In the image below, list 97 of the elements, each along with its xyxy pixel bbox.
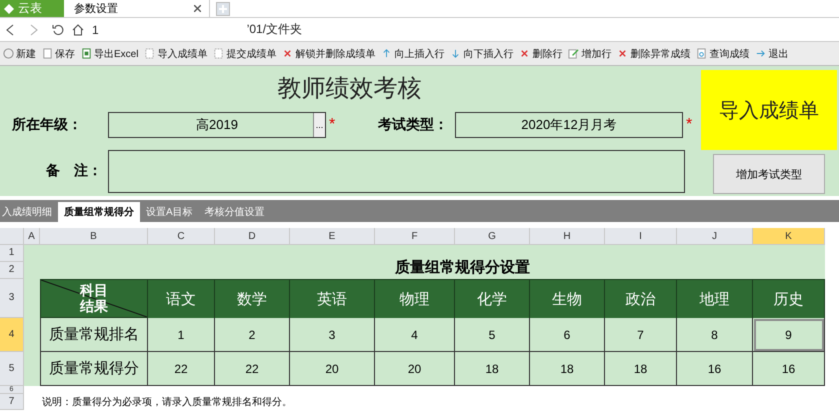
picker-button[interactable]: ... (313, 113, 325, 137)
document-icon (213, 48, 224, 59)
row-number[interactable]: 7 (0, 394, 24, 410)
column-header[interactable]: B (40, 228, 148, 245)
table-header: 政治 (605, 279, 677, 318)
close-icon[interactable] (194, 5, 201, 12)
table-header: 化学 (455, 279, 530, 318)
logo-icon (4, 4, 14, 14)
search-icon (696, 48, 708, 59)
column-header[interactable]: I (605, 228, 677, 245)
table-cell[interactable]: 5 (455, 318, 530, 352)
row-number[interactable]: 3 (0, 279, 24, 318)
table-cell[interactable]: 20 (290, 352, 375, 386)
column-header[interactable]: D (215, 228, 290, 245)
table-cell[interactable]: 9 (753, 318, 825, 352)
note-field[interactable] (108, 150, 685, 192)
toolbar-button[interactable]: 删除异常成绩 (614, 46, 694, 60)
row-number[interactable]: 2 (0, 262, 24, 279)
spreadsheet-icon (81, 48, 92, 59)
sheet-title: 质量组常规得分设置 (394, 258, 531, 278)
column-header[interactable]: E (290, 228, 375, 245)
toolbar-button[interactable]: 退出 (752, 46, 792, 60)
toolbar-button[interactable]: 保存 (39, 46, 78, 60)
table-header: 物理 (375, 279, 455, 318)
row-number[interactable]: 5 (0, 352, 24, 386)
table-cell: 质量常规得分 (40, 352, 148, 386)
add-exam-type-button[interactable]: 增加考试类型 (713, 154, 825, 194)
toolbar-button[interactable]: 删除行 (516, 46, 566, 60)
table-cell[interactable]: 2 (215, 318, 290, 352)
table-cell[interactable]: 3 (290, 318, 375, 352)
circle-icon (3, 48, 14, 59)
column-header[interactable]: A (24, 228, 40, 245)
table-header: 语文 (148, 279, 215, 318)
toolbar-button[interactable]: 导出Excel (78, 46, 142, 60)
column-header[interactable]: H (530, 228, 605, 245)
column-header[interactable]: C (148, 228, 215, 245)
back-icon[interactable] (6, 24, 14, 36)
column-header[interactable]: K (753, 228, 825, 245)
table-cell[interactable]: 8 (677, 318, 753, 352)
sheet-tab[interactable]: 设置A目标 (140, 202, 199, 222)
column-header[interactable]: F (375, 228, 455, 245)
row-number[interactable]: 1 (0, 245, 24, 262)
sheet-tab[interactable]: 入成绩明细 (0, 202, 58, 222)
table-cell[interactable]: 18 (605, 352, 677, 386)
table-cell[interactable]: 18 (455, 352, 530, 386)
import-button[interactable]: 导入成绩单 (701, 70, 837, 150)
document-icon (144, 48, 156, 59)
column-header[interactable]: J (677, 228, 753, 245)
required-mark: * (328, 116, 336, 134)
cross-icon (519, 48, 530, 59)
home-icon[interactable] (72, 24, 84, 36)
field-label: 备 注： (45, 162, 103, 180)
refresh-icon[interactable] (52, 24, 64, 36)
required-mark: * (685, 116, 694, 134)
form-title: 教师绩效考核 (276, 74, 422, 104)
table-cell[interactable]: 16 (753, 352, 825, 386)
field-label: 所在年级： (10, 116, 83, 134)
table-cell: 质量常规排名 (40, 318, 148, 352)
table-cell[interactable]: 18 (530, 352, 605, 386)
table-header: 地理 (677, 279, 753, 318)
table-cell[interactable]: 16 (677, 352, 753, 386)
address-text: ’01/文件夹 (246, 21, 302, 38)
cross-icon (617, 48, 628, 59)
toolbar-button[interactable]: 导入成绩单 (141, 46, 210, 60)
table-cell[interactable]: 1 (148, 318, 215, 352)
table-cell[interactable]: 22 (215, 352, 290, 386)
toolbar-button[interactable]: 增加行 (565, 46, 614, 60)
table-cell[interactable]: 7 (605, 318, 677, 352)
field-label: 考试类型： (378, 116, 449, 134)
address-text: 1 (92, 22, 99, 36)
toolbar-button[interactable]: 新建 (0, 46, 39, 60)
diagonal-header-cell: 科目 结果 (40, 279, 148, 318)
table-header: 生物 (530, 279, 605, 318)
table-header: 数学 (215, 279, 290, 318)
table-header: 历史 (753, 279, 825, 318)
toolbar-button[interactable]: 向下插入行 (447, 46, 516, 60)
sheet-tab[interactable]: 考核分值设置 (198, 202, 271, 222)
toolbar-button[interactable]: 解锁并删除成绩单 (279, 46, 378, 60)
row-number[interactable]: 4 (0, 318, 24, 352)
table-header: 英语 (290, 279, 375, 318)
table-cell[interactable]: 6 (530, 318, 605, 352)
toolbar-button[interactable]: 提交成绩单 (210, 46, 280, 60)
document-icon (42, 48, 53, 59)
table-cell[interactable]: 20 (375, 352, 455, 386)
edit-icon (568, 48, 580, 59)
column-header[interactable]: G (455, 228, 530, 245)
toolbar-button[interactable]: 向上插入行 (378, 46, 448, 60)
grade-field[interactable]: 高2019 ... (108, 112, 326, 138)
table-cell[interactable]: 22 (148, 352, 215, 386)
table-cell[interactable]: 4 (375, 318, 455, 352)
toolbar-button[interactable]: 查询成绩 (693, 46, 752, 60)
arrow-right-icon (755, 48, 766, 59)
arrow-down-icon (450, 48, 462, 59)
sheet-tab[interactable]: 质量组常规得分 (58, 202, 140, 222)
exam-type-field[interactable]: 2020年12月月考 (455, 112, 683, 138)
cross-icon (282, 48, 294, 59)
arrow-up-icon (381, 48, 392, 59)
